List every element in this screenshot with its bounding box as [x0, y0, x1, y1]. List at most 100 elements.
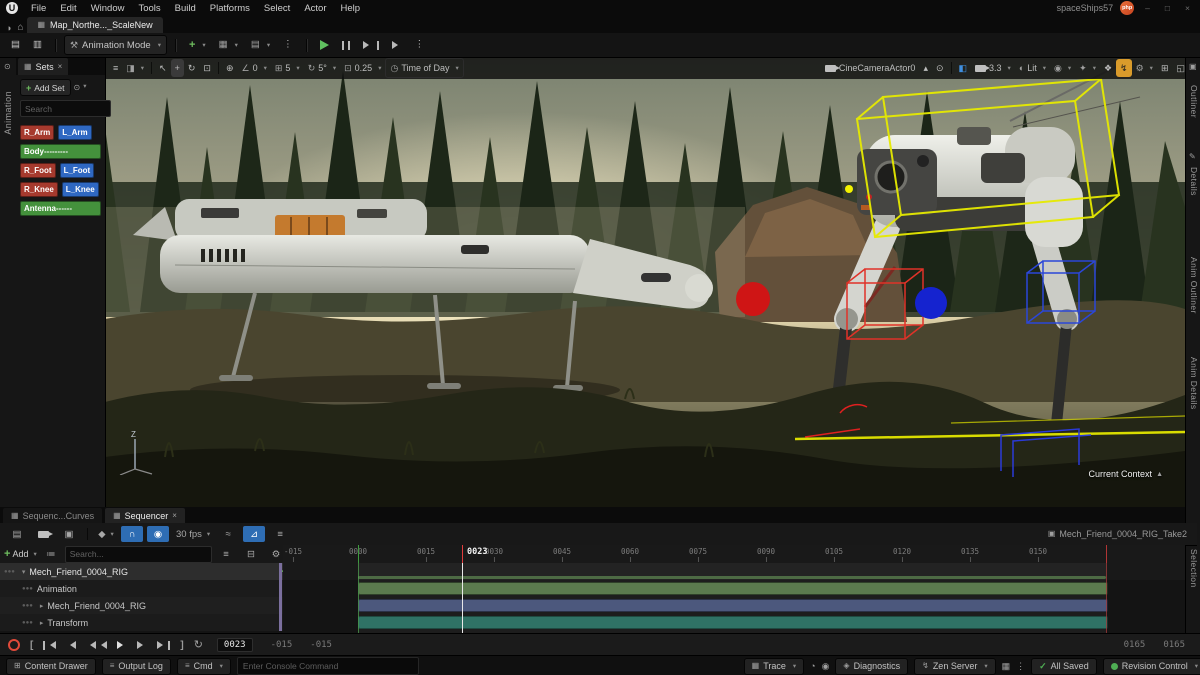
viewport-scene[interactable] [105, 57, 1185, 507]
timeline-ruler[interactable]: -015 0000 0015 0030 0045 0060 0075 0090 … [283, 545, 1185, 564]
autokey-toggle-icon[interactable]: ◉ [147, 526, 169, 542]
track-toggles[interactable]: ●●● [22, 603, 33, 609]
viewport[interactable]: ≡ ◨▾ ↖ + ↻ ⊡ ⊕ ∠0▾ ⊞5▾ ↻5°▾ ⊡0.25▾ ◷Time… [105, 57, 1185, 507]
status-misc-icon[interactable]: ◔ [810, 662, 815, 671]
view-range-start[interactable]: -015 [263, 640, 301, 650]
rotation-snap-toggle[interactable]: ↻5°▾ [304, 59, 340, 77]
blueprints-dropdown[interactable]: ▦▾ [214, 36, 243, 54]
stop-button[interactable] [387, 36, 407, 54]
tab-anim-outliner[interactable]: Anim Outliner [1189, 257, 1199, 314]
playhead-line[interactable] [462, 563, 463, 633]
track-search-input[interactable] [65, 546, 212, 563]
curve-editor-toggle-icon[interactable]: ⊿ [243, 526, 265, 542]
playhead-marker[interactable] [462, 545, 463, 563]
camera-sync-icon[interactable]: ◧ [955, 59, 972, 77]
tab-sets[interactable]: ▦ Sets × [18, 58, 68, 75]
play-reverse-button[interactable] [82, 639, 111, 651]
tab-sequencer[interactable]: ▦ Sequencer × [105, 508, 185, 523]
trace-dropdown[interactable]: ▦ Trace▾ [744, 658, 805, 675]
loop-toggle-icon[interactable]: ↻ [190, 638, 207, 653]
menu-edit[interactable]: Edit [53, 3, 83, 14]
timeline-row-rig[interactable] [283, 563, 1185, 580]
cinematics-dropdown[interactable]: ▤▾ [246, 36, 275, 54]
menu-file[interactable]: File [24, 3, 53, 14]
tab-outliner[interactable]: Outliner [1189, 85, 1199, 118]
red-sphere-gizmo[interactable] [736, 282, 770, 316]
set-chip[interactable]: Body--------- [20, 144, 101, 159]
fps-dropdown[interactable]: 30 fps▾ [173, 526, 213, 542]
menu-tools[interactable]: Tools [131, 3, 167, 14]
save-all-icon[interactable]: ▤ [6, 36, 25, 54]
frame-skip-button[interactable] [358, 36, 384, 54]
seq-play-button[interactable] [113, 639, 131, 651]
menu-help[interactable]: Help [334, 3, 368, 14]
menu-select[interactable]: Select [257, 3, 297, 14]
dock-icon[interactable]: ▣ [1189, 63, 1197, 71]
set-chip[interactable]: R_Foot [20, 163, 56, 178]
pin-camera-icon[interactable]: ⊙ [932, 59, 948, 77]
diagnostics-button[interactable]: ◈ Diagnostics [835, 658, 908, 675]
content-drawer-button[interactable]: ⊞ Content Drawer [6, 658, 96, 675]
unreal-logo-icon[interactable]: U [6, 2, 18, 14]
view-mode-dropdown[interactable]: ◐Lit▾ [1015, 59, 1050, 77]
list-view-icon[interactable]: ≡ [215, 546, 237, 562]
curve-icon[interactable]: ≈ [217, 526, 239, 542]
scale-tool-icon[interactable]: ⊡ [199, 59, 215, 77]
working-range-start[interactable]: -015 [302, 640, 340, 650]
set-chip[interactable]: Antenna------ [20, 201, 101, 216]
view-range-end[interactable]: 0165 [1155, 640, 1193, 650]
status-misc-icon-2[interactable]: ◉ [822, 662, 830, 671]
sets-options-icon[interactable]: ⊙▾ [74, 84, 87, 92]
tab-selection[interactable]: Selection [1189, 549, 1199, 588]
scale-snap-toggle[interactable]: ⊡0.25▾ [340, 59, 385, 77]
add-set-button[interactable]: + Add Set [20, 79, 71, 96]
seq-save-icon[interactable]: ▤ [6, 526, 28, 542]
range-start-marker[interactable] [358, 545, 359, 563]
set-chip[interactable]: L_Foot [60, 163, 95, 178]
timeline-row-transform[interactable] [283, 614, 1185, 631]
select-tool-icon[interactable]: ↖ [155, 59, 171, 77]
set-start-bracket[interactable]: [ [26, 638, 37, 653]
snap-toggle-icon[interactable]: ∩ [121, 526, 143, 542]
track-list-icon[interactable]: ≡ [269, 526, 291, 542]
realtime-toggle-icon[interactable]: ↯ [1116, 59, 1132, 77]
blue-sphere-gizmo[interactable] [915, 287, 947, 319]
close-icon[interactable]: × [172, 512, 177, 520]
track-toggles[interactable]: ●●● [22, 586, 33, 592]
tab-anim-details[interactable]: Anim Details [1189, 357, 1199, 410]
unreal-mini-icon[interactable]: ◑ [6, 24, 11, 33]
add-track-button[interactable]: +Add▾ [4, 548, 37, 560]
layout-grid-icon[interactable]: ⊞ [1157, 59, 1173, 77]
add-actor-button[interactable]: +▾ [184, 36, 211, 54]
timeline-row-rig-sub[interactable] [283, 597, 1185, 614]
current-frame-field[interactable]: 0023 [217, 638, 253, 652]
minimize-icon[interactable]: – [1141, 3, 1154, 13]
set-chip[interactable]: R_Knee [20, 182, 58, 197]
all-saved-indicator[interactable]: ✓ All Saved [1031, 658, 1097, 675]
console-command-input[interactable] [237, 657, 419, 675]
set-chip[interactable]: R_Arm [20, 125, 54, 140]
track-toggles[interactable]: ●●● [4, 569, 15, 575]
working-range-end[interactable]: 0165 [1116, 640, 1154, 650]
timeline-row-animation[interactable] [283, 580, 1185, 597]
keyframe-options-dropdown[interactable]: ◆▾ [95, 526, 117, 542]
menu-build[interactable]: Build [168, 3, 203, 14]
maximize-viewport-icon[interactable]: ◱ [1172, 59, 1185, 77]
tab-details[interactable]: Details [1189, 167, 1199, 196]
record-button[interactable] [8, 639, 20, 651]
track-toggles[interactable]: ●●● [22, 620, 33, 626]
range-end-marker[interactable] [1106, 545, 1107, 563]
toolbar-kebab-icon[interactable]: ⋮ [278, 36, 298, 54]
camera-speed-button[interactable]: 3.3▾ [971, 59, 1015, 77]
close-icon[interactable]: × [58, 63, 63, 71]
play-button[interactable] [315, 36, 334, 54]
time-of-day-dropdown[interactable]: ◷Time of Day▾ [385, 58, 463, 78]
home-icon[interactable]: ⌂ [17, 23, 23, 33]
columns-icon[interactable]: ⊟ [240, 546, 262, 562]
rotate-tool-icon[interactable]: ↻ [184, 59, 200, 77]
revision-control-dropdown[interactable]: Revision Control▾ [1103, 658, 1200, 675]
menu-window[interactable]: Window [84, 3, 132, 14]
transform-section-bar[interactable] [358, 616, 1108, 629]
cmd-dropdown[interactable]: ≡ Cmd▾ [177, 658, 231, 675]
pause-button[interactable] [337, 36, 355, 54]
